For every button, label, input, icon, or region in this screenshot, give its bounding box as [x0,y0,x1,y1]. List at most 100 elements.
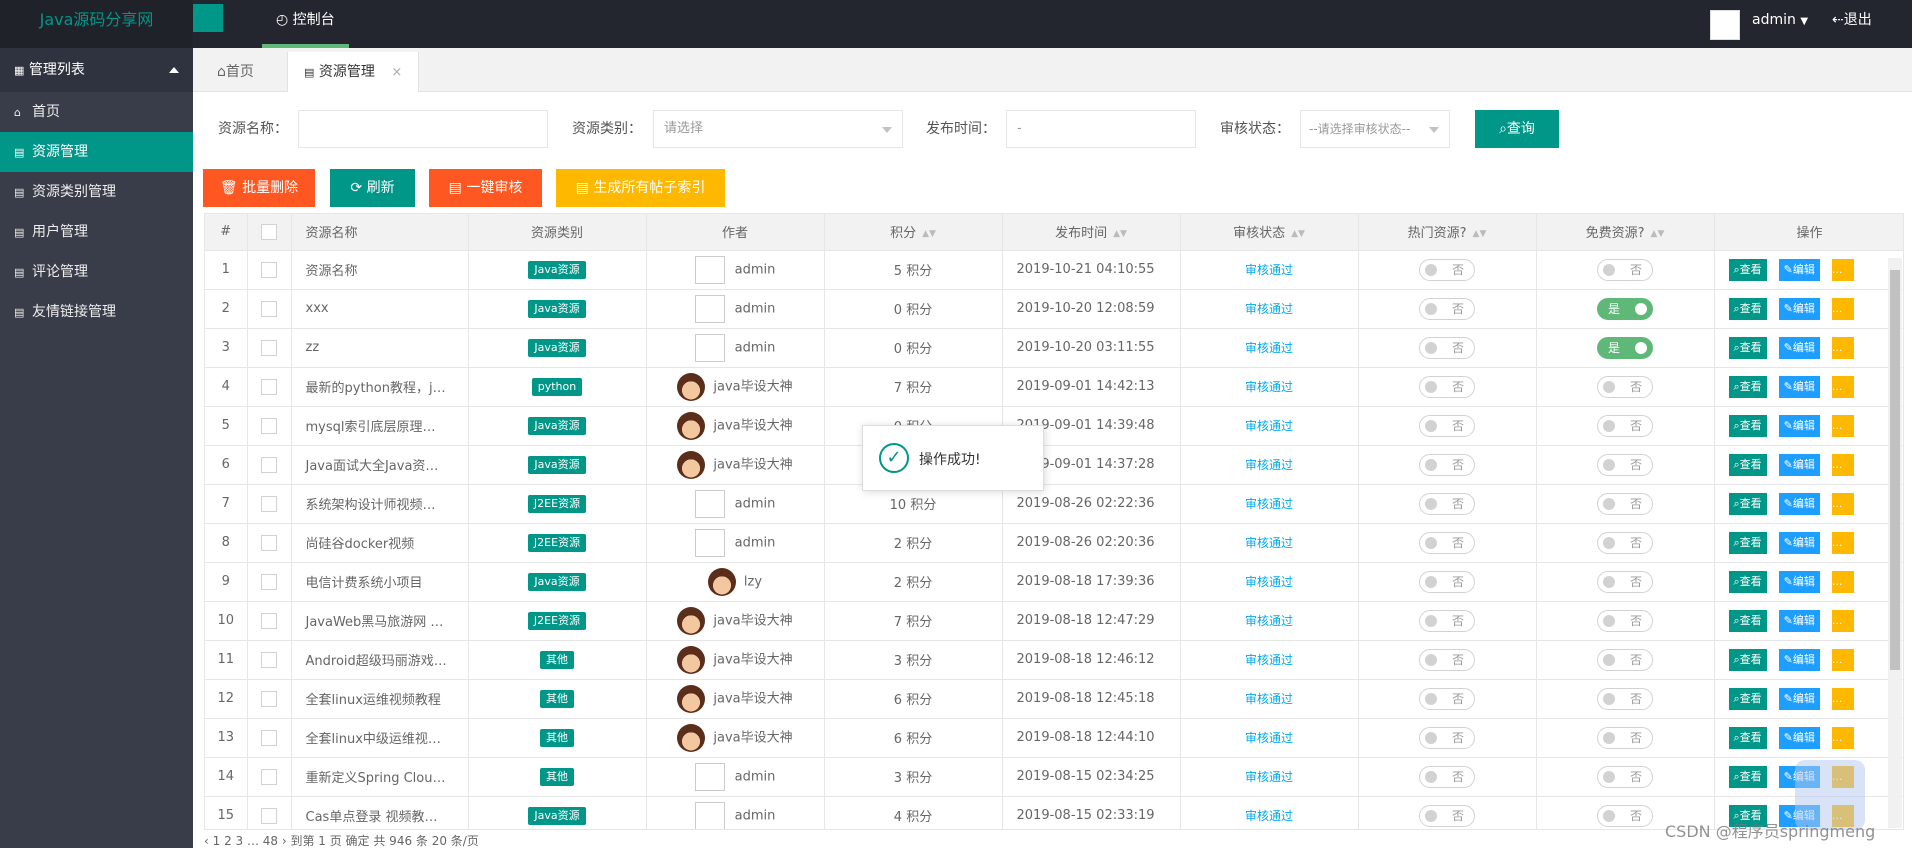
free-switch[interactable]: 否 [1597,726,1653,749]
hot-switch[interactable]: 否 [1419,687,1475,710]
status-link[interactable]: 审核通过 [1245,731,1293,745]
name-input[interactable] [298,110,548,148]
status-link[interactable]: 审核通过 [1245,263,1293,277]
row-checkbox[interactable] [261,573,277,590]
row-checkbox[interactable] [261,456,277,473]
sidebar-item-users[interactable]: ▤ 用户管理 [0,212,193,252]
generate-index-button[interactable]: ▤ 生成所有帖子索引 [556,169,725,207]
more-button[interactable]: ... [1831,453,1854,476]
status-select[interactable]: --请选择审核状态-- [1300,110,1450,148]
hot-switch[interactable]: 否 [1419,726,1475,749]
row-checkbox[interactable] [261,417,277,434]
view-button[interactable]: ⌕查看 [1728,258,1767,281]
row-checkbox[interactable] [261,651,277,668]
hot-switch[interactable]: 否 [1419,258,1475,281]
row-checkbox[interactable] [261,534,277,551]
hot-switch[interactable]: 否 [1419,336,1475,359]
more-button[interactable]: ... [1831,297,1854,320]
free-switch[interactable]: 是 [1597,336,1653,359]
status-link[interactable]: 审核通过 [1245,419,1293,433]
col-free[interactable]: 免费资源? ▲▼ [1536,214,1715,251]
more-button[interactable]: ... [1831,609,1854,632]
view-button[interactable]: ⌕查看 [1728,492,1767,515]
refresh-button[interactable]: ⟳ 刷新 [330,169,415,207]
more-button[interactable]: ... [1831,492,1854,515]
view-button[interactable]: ⌕查看 [1728,765,1767,788]
view-button[interactable]: ⌕查看 [1728,336,1767,359]
view-button[interactable]: ⌕查看 [1728,687,1767,710]
free-switch[interactable]: 否 [1597,414,1653,437]
sidebar-group-header[interactable]: ▦ 管理列表 [0,48,193,92]
hot-switch[interactable]: 否 [1419,570,1475,593]
batch-delete-button[interactable]: 🗑 批量删除 [203,169,315,207]
row-checkbox[interactable] [261,261,277,278]
sidebar-item-home[interactable]: ⌂ 首页 [0,92,193,132]
free-switch[interactable]: 否 [1597,648,1653,671]
one-click-audit-button[interactable]: ▤ 一键审核 [429,169,542,207]
edit-button[interactable]: ✎编辑 [1778,570,1820,593]
row-checkbox[interactable] [261,378,277,395]
query-button[interactable]: ⌕查询 [1475,110,1559,148]
view-button[interactable]: ⌕查看 [1728,570,1767,593]
edit-button[interactable]: ✎编辑 [1778,258,1820,281]
free-switch[interactable]: 否 [1597,531,1653,554]
nav-console[interactable]: ◴ 控制台 [262,0,349,48]
hot-switch[interactable]: 否 [1419,804,1475,827]
more-button[interactable]: ... [1831,570,1854,593]
edit-button[interactable]: ✎编辑 [1778,375,1820,398]
free-switch[interactable]: 否 [1597,570,1653,593]
edit-button[interactable]: ✎编辑 [1778,609,1820,632]
more-button[interactable]: ... [1831,414,1854,437]
view-button[interactable]: ⌕查看 [1728,414,1767,437]
hot-switch[interactable]: 否 [1419,609,1475,632]
type-select[interactable]: 请选择 [653,110,903,148]
status-link[interactable]: 审核通过 [1245,692,1293,706]
status-link[interactable]: 审核通过 [1245,575,1293,589]
status-link[interactable]: 审核通过 [1245,302,1293,316]
more-button[interactable]: ... [1831,531,1854,554]
sidebar-item-resource-type[interactable]: ▤ 资源类别管理 [0,172,193,212]
free-switch[interactable]: 否 [1597,258,1653,281]
view-button[interactable]: ⌕查看 [1728,648,1767,671]
status-link[interactable]: 审核通过 [1245,809,1293,823]
col-time[interactable]: 发布时间 ▲▼ [1002,214,1181,251]
view-button[interactable]: ⌕查看 [1728,375,1767,398]
time-range-input[interactable]: - [1006,110,1196,148]
sort-icon[interactable]: ▲▼ [1113,229,1127,239]
more-button[interactable]: ... [1831,726,1854,749]
free-switch[interactable]: 是 [1597,297,1653,320]
table-scrollbar[interactable] [1888,258,1902,828]
hot-switch[interactable]: 否 [1419,297,1475,320]
view-button[interactable]: ⌕查看 [1728,726,1767,749]
status-link[interactable]: 审核通过 [1245,380,1293,394]
status-link[interactable]: 审核通过 [1245,614,1293,628]
edit-button[interactable]: ✎编辑 [1778,531,1820,554]
hot-switch[interactable]: 否 [1419,453,1475,476]
hot-switch[interactable]: 否 [1419,531,1475,554]
hot-switch[interactable]: 否 [1419,492,1475,515]
menu-toggle-button[interactable] [193,4,223,32]
logout-link[interactable]: ⇠退出 [1832,0,1872,40]
sort-icon[interactable]: ▲▼ [1473,229,1487,239]
edit-button[interactable]: ✎编辑 [1778,414,1820,437]
edit-button[interactable]: ✎编辑 [1778,297,1820,320]
free-switch[interactable]: 否 [1597,375,1653,398]
free-switch[interactable]: 否 [1597,453,1653,476]
site-logo[interactable]: Java源码分享网 [0,0,193,48]
pagination[interactable]: ‹ 1 2 3 … 48 › 到第 1 页 确定 共 946 条 20 条/页 [204,832,479,848]
row-checkbox[interactable] [261,612,277,629]
status-link[interactable]: 审核通过 [1245,770,1293,784]
tab-resource[interactable]: ▤ 资源管理 × [287,52,420,92]
col-status[interactable]: 审核状态 ▲▼ [1180,214,1359,251]
edit-button[interactable]: ✎编辑 [1778,726,1820,749]
status-link[interactable]: 审核通过 [1245,458,1293,472]
more-button[interactable]: ... [1831,375,1854,398]
free-switch[interactable]: 否 [1597,609,1653,632]
hot-switch[interactable]: 否 [1419,765,1475,788]
free-switch[interactable]: 否 [1597,687,1653,710]
more-button[interactable]: ... [1831,336,1854,359]
hot-switch[interactable]: 否 [1419,375,1475,398]
edit-button[interactable]: ✎编辑 [1778,687,1820,710]
sort-icon[interactable]: ▲▼ [1291,229,1305,239]
row-checkbox[interactable] [261,300,277,317]
